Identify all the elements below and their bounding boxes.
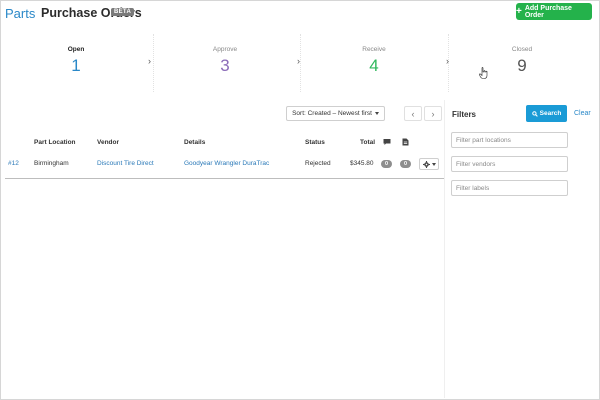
stage-count: 1: [71, 56, 81, 75]
document-count-badge: 0: [400, 160, 411, 168]
chevron-right-icon: ›: [431, 108, 435, 119]
panel-divider: [444, 100, 445, 398]
stage-approve[interactable]: Approve 3: [170, 42, 280, 92]
next-page-button[interactable]: ›: [424, 106, 442, 121]
beta-badge: BETA: [111, 8, 135, 16]
caret-down-icon: [374, 112, 379, 115]
sort-dropdown[interactable]: Sort: Created – Newest first: [286, 106, 385, 121]
search-button[interactable]: Search: [526, 105, 567, 122]
column-header-vendor[interactable]: Vendor: [97, 139, 119, 146]
chevron-left-icon: ‹: [411, 108, 415, 119]
add-purchase-order-label: Add Purchase Order: [524, 4, 572, 19]
column-header-total[interactable]: Total: [360, 139, 375, 146]
stage-open[interactable]: Open 1: [21, 42, 131, 92]
comment-icon: [383, 138, 391, 148]
stage-divider: [153, 34, 155, 92]
chevron-right-icon: ›: [297, 56, 300, 66]
clear-button[interactable]: Clear: [574, 110, 591, 117]
hand-cursor-icon: [479, 67, 488, 79]
stage-label: Closed: [511, 46, 533, 53]
gear-icon: [422, 160, 430, 168]
stage-label: Open: [67, 46, 85, 53]
comment-count-badge: 0: [381, 160, 392, 168]
chevron-right-icon: ›: [148, 56, 151, 66]
order-id-link[interactable]: #12: [8, 160, 19, 167]
column-header-status[interactable]: Status: [305, 139, 325, 146]
column-header-details[interactable]: Details: [184, 139, 205, 146]
search-button-label: Search: [539, 110, 562, 117]
stage-count: 3: [220, 56, 230, 75]
breadcrumb-parts[interactable]: Parts: [5, 6, 35, 21]
stage-count: 4: [369, 56, 379, 75]
column-header-part-location[interactable]: Part Location: [34, 139, 76, 146]
row-actions-button[interactable]: [419, 158, 439, 170]
page-header: Parts Purchase Orders BETA + Add Purchas…: [0, 0, 600, 28]
stage-divider: [300, 34, 302, 92]
plus-icon: +: [516, 5, 522, 17]
document-icon: [402, 138, 409, 148]
filter-labels-input[interactable]: [451, 180, 568, 196]
prev-page-button[interactable]: ‹: [404, 106, 422, 121]
part-location-cell: Birmingham: [34, 160, 69, 167]
stage-label: Approve: [212, 46, 238, 53]
vendor-link[interactable]: Discount Tire Direct: [97, 160, 154, 167]
add-purchase-order-button[interactable]: + Add Purchase Order: [516, 3, 592, 20]
search-icon: [531, 110, 538, 117]
total-cell: $345.80: [350, 160, 374, 167]
filter-part-locations-input[interactable]: [451, 132, 568, 148]
status-cell: Rejected: [305, 160, 331, 167]
filters-title: Filters: [452, 110, 477, 119]
filter-vendors-input[interactable]: [451, 156, 568, 172]
stage-receive[interactable]: Receive 4: [319, 42, 429, 92]
chevron-right-icon: ›: [446, 56, 449, 66]
caret-down-icon: [431, 162, 436, 166]
stage-label: Receive: [362, 46, 386, 53]
details-link[interactable]: Goodyear Wrangler DuraTrac: [184, 160, 269, 167]
table-divider: [5, 178, 444, 179]
sort-label: Sort: Created – Newest first: [292, 110, 372, 117]
